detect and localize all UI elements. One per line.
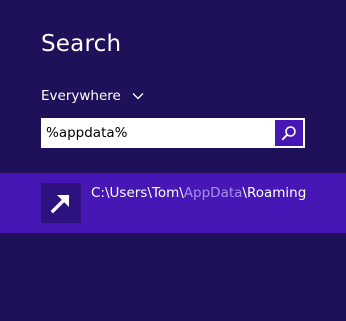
- chevron-down-icon: [132, 90, 144, 102]
- result-tile: [41, 183, 81, 223]
- magnifier-icon: [281, 125, 297, 141]
- arrow-up-right-icon: [50, 192, 72, 214]
- search-scope-label: Everywhere: [41, 88, 121, 104]
- search-input[interactable]: [41, 118, 275, 148]
- search-scope-dropdown[interactable]: Everywhere: [41, 86, 144, 106]
- result-path-prefix: C:\Users\Tom\: [91, 185, 184, 201]
- result-path-highlight: AppData: [183, 185, 243, 201]
- search-result-item[interactable]: C:\Users\Tom\AppData\Roaming: [0, 173, 346, 233]
- search-box: [41, 118, 305, 148]
- result-path-suffix: \Roaming: [242, 185, 307, 201]
- search-pane-title: Search: [41, 31, 122, 57]
- search-button[interactable]: [275, 118, 305, 148]
- result-path: C:\Users\Tom\AppData\Roaming: [91, 185, 306, 201]
